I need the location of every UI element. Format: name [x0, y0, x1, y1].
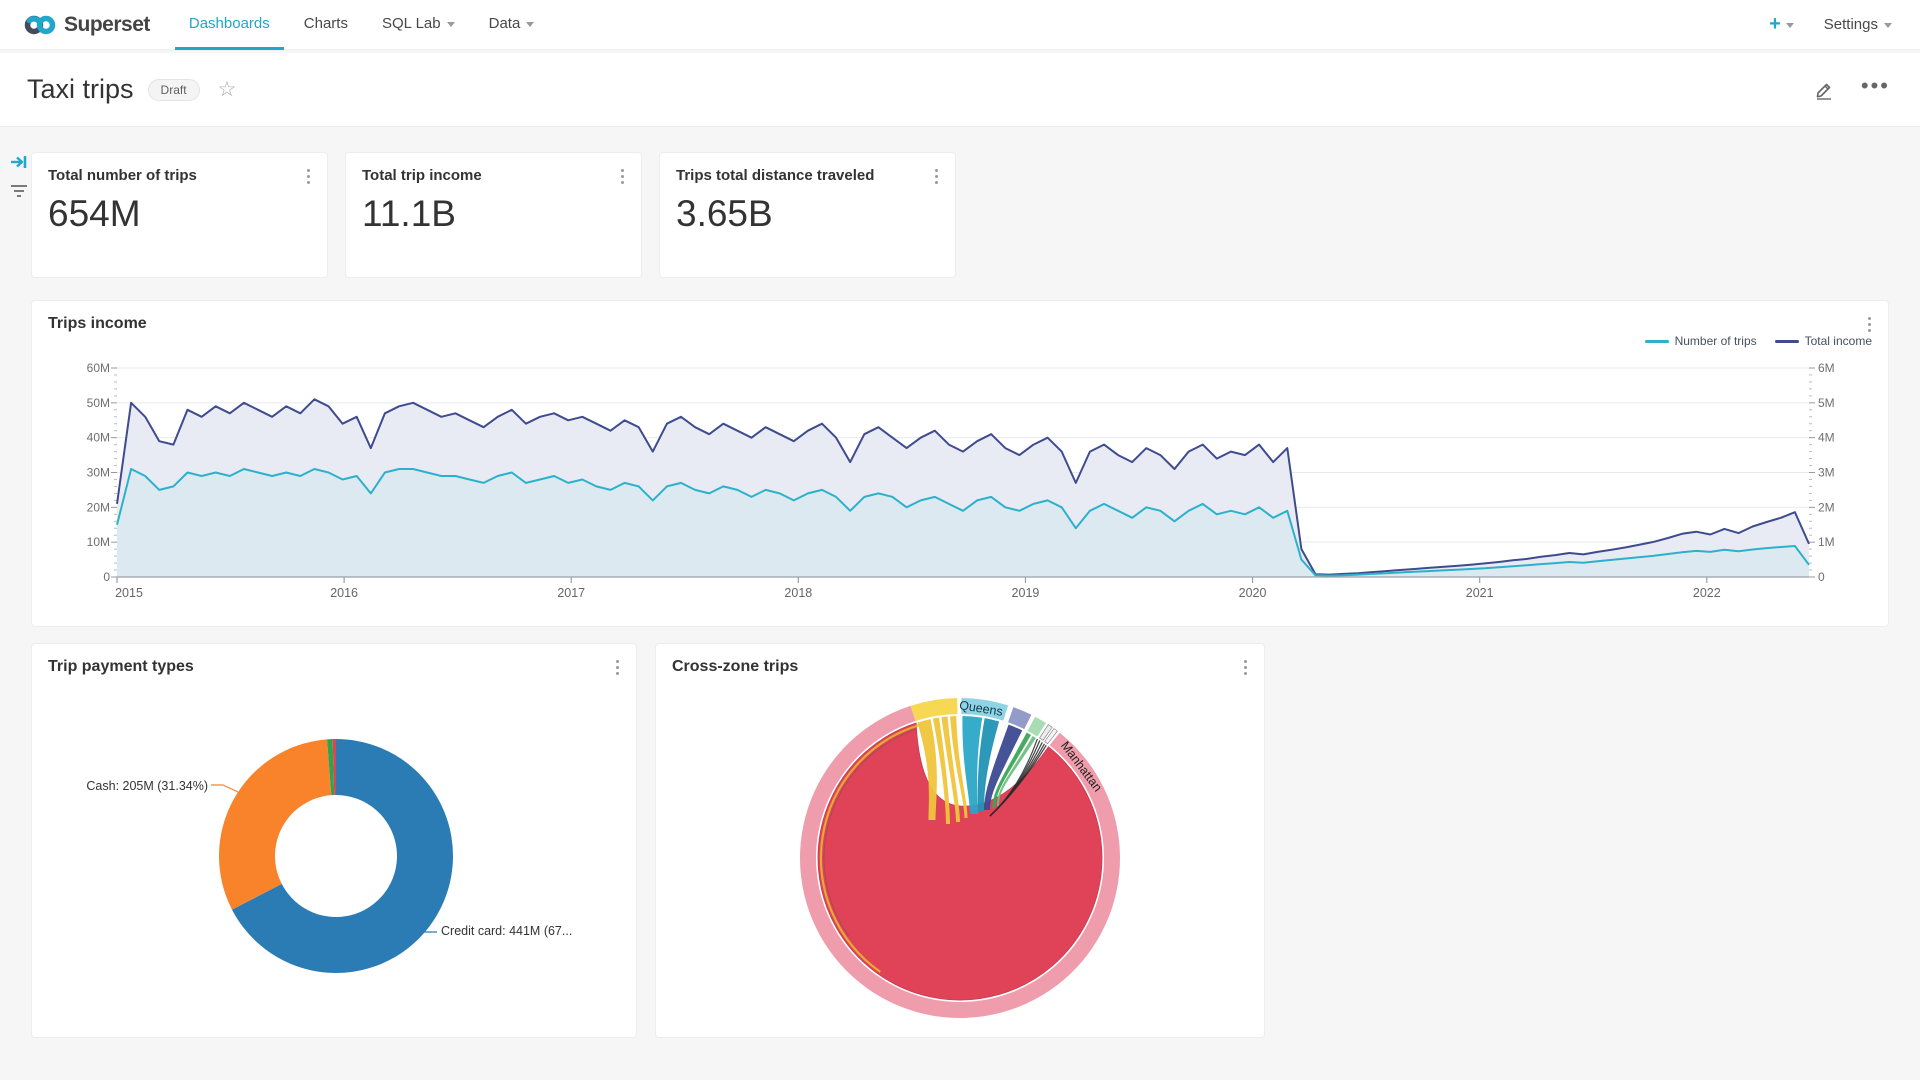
- chevron-down-icon: [1786, 23, 1794, 28]
- svg-text:60M: 60M: [87, 361, 110, 375]
- superset-brand[interactable]: Superset: [24, 13, 150, 37]
- payment-types-card: Trip payment types Cash: 205M (31.34%) C…: [31, 643, 637, 1038]
- svg-text:10M: 10M: [87, 535, 110, 549]
- svg-text:5M: 5M: [1818, 396, 1835, 410]
- nav-tab-label: Dashboards: [189, 15, 270, 32]
- more-options-icon[interactable]: •••: [1861, 86, 1890, 94]
- plus-icon: +: [1769, 13, 1781, 36]
- nav-tab-charts[interactable]: Charts: [290, 0, 362, 50]
- kebab-menu-icon[interactable]: [613, 165, 631, 187]
- kpi-value: 654M: [48, 193, 141, 235]
- main-nav-tabs: Dashboards Charts SQL Lab Data: [172, 0, 551, 50]
- filter-list-icon[interactable]: [10, 184, 28, 198]
- nav-tab-label: Data: [489, 15, 521, 32]
- settings-label: Settings: [1824, 16, 1878, 33]
- nav-tab-dashboards[interactable]: Dashboards: [175, 0, 284, 50]
- edit-pencil-icon[interactable]: [1813, 79, 1835, 101]
- favorite-star-icon[interactable]: ☆: [218, 79, 237, 100]
- svg-text:0: 0: [1818, 570, 1825, 584]
- superset-logo-icon: [24, 14, 56, 36]
- trips-income-card: Trips income Number of trips Total incom…: [31, 300, 1889, 627]
- chevron-down-icon: [447, 22, 455, 27]
- chord-label-queens: Queens: [958, 698, 1003, 719]
- svg-text:30M: 30M: [87, 466, 110, 480]
- nav-tab-label: Charts: [304, 15, 348, 32]
- svg-text:40M: 40M: [87, 431, 110, 445]
- trips-income-chart: 0 0 10M 1M 20M 2M 30M 3M 40M 4M 50M 5M 60M 6M 2015 2016…: [32, 301, 1888, 626]
- header-actions: •••: [1813, 79, 1890, 101]
- status-badge: Draft: [148, 79, 200, 101]
- nav-tab-data[interactable]: Data: [475, 0, 549, 50]
- svg-text:2020: 2020: [1239, 586, 1267, 600]
- cross-zone-trips-card: Cross-zone trips QueensManhattan: [655, 643, 1265, 1038]
- top-navbar: Superset Dashboards Charts SQL Lab Data …: [0, 0, 1920, 51]
- kpi-card-total-trips: Total number of trips 654M: [31, 152, 328, 278]
- svg-text:4M: 4M: [1818, 431, 1835, 445]
- nav-tab-label: SQL Lab: [382, 15, 441, 32]
- svg-text:2022: 2022: [1693, 586, 1721, 600]
- donut-callout-cash: Cash: 205M (31.34%): [68, 779, 208, 793]
- chevron-down-icon: [526, 22, 534, 27]
- svg-text:0: 0: [103, 570, 110, 584]
- new-item-button[interactable]: +: [1769, 13, 1794, 36]
- svg-text:2015: 2015: [115, 586, 143, 600]
- kpi-title: Total trip income: [362, 167, 482, 184]
- cross-zone-chord-diagram: QueensManhattan: [656, 644, 1264, 1037]
- svg-text:6M: 6M: [1818, 361, 1835, 375]
- nav-tab-sql-lab[interactable]: SQL Lab: [368, 0, 469, 50]
- kebab-menu-icon[interactable]: [927, 165, 945, 187]
- svg-text:2021: 2021: [1466, 586, 1494, 600]
- kpi-value: 3.65B: [676, 193, 773, 235]
- chevron-down-icon: [1884, 23, 1892, 28]
- svg-text:2016: 2016: [330, 586, 358, 600]
- settings-menu[interactable]: Settings: [1824, 16, 1892, 33]
- svg-text:3M: 3M: [1818, 466, 1835, 480]
- svg-text:2019: 2019: [1012, 586, 1040, 600]
- page-title: Taxi trips: [27, 74, 134, 105]
- donut-callout-credit-card: Credit card: 441M (67...: [441, 924, 631, 938]
- svg-text:1M: 1M: [1818, 535, 1835, 549]
- svg-text:2017: 2017: [557, 586, 585, 600]
- svg-text:2M: 2M: [1818, 500, 1835, 514]
- nav-right-actions: + Settings: [1769, 13, 1892, 36]
- svg-text:2018: 2018: [784, 586, 812, 600]
- dashboard-content: Total number of trips 654M Total trip in…: [0, 128, 1920, 1080]
- dashboard-header: Taxi trips Draft ☆ •••: [0, 53, 1920, 127]
- filter-rail: [6, 154, 32, 198]
- kebab-menu-icon[interactable]: [299, 165, 317, 187]
- donut-slice: [219, 739, 331, 909]
- svg-text:20M: 20M: [87, 500, 110, 514]
- expand-filter-bar-icon[interactable]: [10, 154, 28, 170]
- kpi-value: 11.1B: [362, 193, 456, 235]
- kpi-title: Total number of trips: [48, 167, 197, 184]
- svg-text:50M: 50M: [87, 396, 110, 410]
- kpi-card-trip-income: Total trip income 11.1B: [345, 152, 642, 278]
- kpi-card-distance: Trips total distance traveled 3.65B: [659, 152, 956, 278]
- brand-name: Superset: [64, 13, 150, 37]
- kpi-title: Trips total distance traveled: [676, 167, 874, 184]
- payment-types-donut: [32, 644, 636, 1037]
